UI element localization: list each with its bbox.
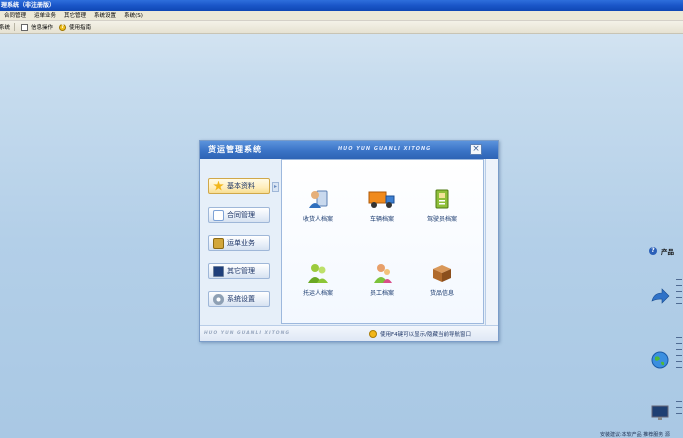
toolbar-guide-label: 使用指南 xyxy=(69,25,92,31)
tile-label: 货品信息 xyxy=(429,290,454,297)
shipper-icon xyxy=(307,262,329,284)
side-panel-title-text: 产品 xyxy=(661,248,674,256)
tile-cargo[interactable]: 货品信息 xyxy=(414,262,470,297)
nav-label: 运单业务 xyxy=(227,239,255,247)
toolbar-system-label: 系统 xyxy=(0,25,11,31)
nav-label: 基本资料 xyxy=(227,182,255,190)
side-panel-links xyxy=(676,401,683,419)
nav-settings[interactable]: 系统设置 xyxy=(208,291,270,307)
tile-label: 车辆档案 xyxy=(369,216,394,223)
nav-contract[interactable]: 合同管理 xyxy=(208,207,270,223)
dialog-footer: HUO YUN GUANLI XITONG 使用F4键可以显示/隐藏当前导航窗口 xyxy=(200,325,498,341)
help-icon: ? xyxy=(649,247,657,255)
menu-bar: 合同管理 运单业务 其它管理 系统设置 系统(S) xyxy=(0,11,683,21)
nav-other[interactable]: 其它管理 xyxy=(208,263,270,279)
help-icon: ? xyxy=(59,23,67,31)
tile-vehicle[interactable]: 车辆档案 xyxy=(354,188,410,223)
window-title-bar: 理系统（非注册版） xyxy=(0,0,683,11)
tile-label: 员工档案 xyxy=(369,290,394,297)
tile-shipper[interactable]: 托运人档案 xyxy=(290,262,346,297)
dialog-title: 货运管理系统 xyxy=(208,145,262,154)
driver-icon xyxy=(431,188,453,210)
footer-hint: 使用F4键可以显示/隐藏当前导航窗口 xyxy=(369,330,471,338)
cargo-box-icon xyxy=(431,262,453,284)
toolbar-info-label: 信息操作 xyxy=(31,25,54,31)
bottom-status-text: 安装建议:本软产品 推荐服务 源 xyxy=(600,432,670,438)
side-panel-links xyxy=(676,279,683,309)
tile-label: 收货人档案 xyxy=(302,216,333,223)
nav-basic-info[interactable]: 基本资料 xyxy=(208,178,270,194)
toolbar-info-button[interactable]: 信息操作 xyxy=(21,23,53,31)
window-title: 理系统（非注册版） xyxy=(1,2,56,9)
monitor-icon xyxy=(213,265,224,277)
arrow-icon[interactable] xyxy=(650,287,670,307)
tile-driver[interactable]: 驾驶员档案 xyxy=(414,188,470,223)
book-icon xyxy=(213,209,224,221)
nav-expand-arrow[interactable]: ▸ xyxy=(272,182,279,192)
close-button[interactable]: × xyxy=(470,144,482,155)
tile-label: 托运人档案 xyxy=(302,290,333,297)
nav-label: 系统设置 xyxy=(227,295,255,303)
toolbar: 系统 信息操作 ? 使用指南 xyxy=(0,21,683,34)
dialog-scrollbar[interactable] xyxy=(485,159,498,341)
nav-waybill[interactable]: 运单业务 xyxy=(208,235,270,251)
navigation-dialog: 货运管理系统 HUO YUN GUANLI XITONG × 基本资料 ▸ 合同… xyxy=(199,140,499,342)
star-icon xyxy=(213,180,224,191)
nav-label: 合同管理 xyxy=(227,211,255,219)
nav-label: 其它管理 xyxy=(227,267,255,275)
tile-label: 驾驶员档案 xyxy=(426,216,457,223)
side-panel-title: ? 产品 xyxy=(649,246,674,256)
close-icon: × xyxy=(472,144,480,154)
gear-icon xyxy=(213,293,224,305)
document-icon xyxy=(213,237,224,249)
truck-icon xyxy=(368,188,396,210)
monitor-icon[interactable] xyxy=(650,403,670,423)
menu-item-system[interactable]: 系统(S) xyxy=(124,11,143,21)
tile-consignee[interactable]: 收货人档案 xyxy=(290,188,346,223)
tile-employee[interactable]: 员工档案 xyxy=(354,262,410,297)
consignee-icon xyxy=(307,188,329,210)
toolbar-system-button[interactable]: 系统 xyxy=(0,23,16,31)
employee-icon xyxy=(371,262,393,284)
footer-hint-text: 使用F4键可以显示/隐藏当前导航窗口 xyxy=(380,332,472,338)
menu-item-other[interactable]: 其它管理 xyxy=(64,11,86,21)
globe-icon[interactable] xyxy=(650,350,670,370)
left-nav: 基本资料 ▸ 合同管理 运单业务 其它管理 系统设置 xyxy=(204,161,280,325)
menu-item-waybill[interactable]: 运单业务 xyxy=(34,11,56,21)
product-side-panel: ? 产品 xyxy=(645,243,683,438)
toolbar-guide-button[interactable]: ? 使用指南 xyxy=(59,23,91,31)
dialog-title-bar[interactable]: 货运管理系统 HUO YUN GUANLI XITONG × xyxy=(200,141,498,159)
module-panel: 收货人档案 车辆档案 驾驶员档案 托运人档案 员工档案 货品信息 xyxy=(281,159,484,324)
menu-item-settings[interactable]: 系统设置 xyxy=(94,11,116,21)
lightbulb-icon xyxy=(369,330,377,338)
box-icon xyxy=(21,23,29,31)
dialog-subtitle: HUO YUN GUANLI XITONG xyxy=(338,146,432,152)
side-panel-links xyxy=(676,337,683,373)
menu-item-contract[interactable]: 合同管理 xyxy=(4,11,26,21)
footer-brand: HUO YUN GUANLI XITONG xyxy=(204,331,291,336)
